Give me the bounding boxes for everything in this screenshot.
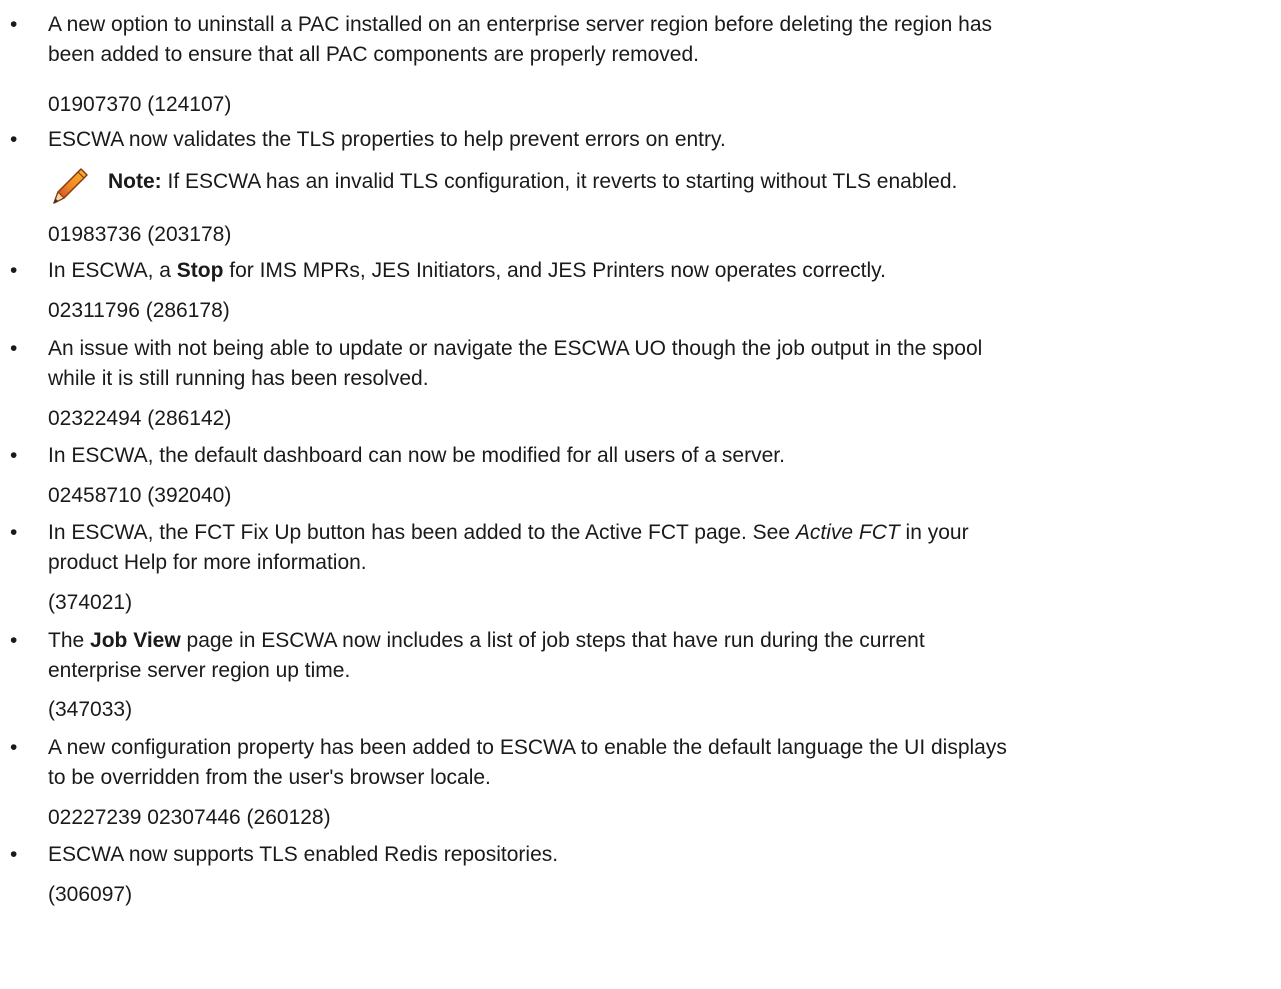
bullet: • [10,337,18,360]
bullet: • [10,843,18,866]
note-text: Note: If ESCWA has an invalid TLS config… [108,167,957,197]
bullet: • [10,259,18,282]
item-text: In ESCWA, the default dashboard can now … [48,444,785,467]
bullet: • [10,128,18,151]
bullet: • [10,736,18,759]
item-text: In ESCWA, the FCT Fix Up button has been… [48,518,1268,578]
defect-reference: (347033) [48,698,133,721]
item-text-part: in your [899,521,969,544]
defect-reference: 02227239 02307446 (260128) [48,806,331,829]
defect-reference: 02458710 (392040) [48,484,232,507]
item-text-italic: Active FCT [795,521,900,544]
defect-reference: 01907370 (124107) [48,93,232,116]
item-text-line: product Help for more information. [48,551,367,574]
item-text-line: An issue with not being able to update o… [48,337,983,360]
item-text-part: The [48,629,91,652]
item-text-line: A new option to uninstall a PAC installe… [48,13,993,36]
bullet: • [10,629,18,652]
bullet: • [10,13,18,36]
item-text: ESCWA now validates the TLS properties t… [48,128,726,151]
item-text-part: In ESCWA, the FCT Fix Up button has been… [48,521,796,544]
defect-reference: 02311796 (286178) [48,299,230,322]
item-text-line: to be overridden from the user's browser… [48,766,491,789]
item-text: A new configuration property has been ad… [48,733,1268,793]
item-text: An issue with not being able to update o… [48,334,1268,394]
bullet: • [10,444,18,467]
item-text-line: enterprise server region up time. [48,659,351,682]
item-text-line: A new configuration property has been ad… [48,736,1007,759]
defect-reference: (374021) [48,591,133,614]
bullet: • [10,521,18,544]
item-text: The Job View page in ESCWA now includes … [48,626,1268,686]
item-text: In ESCWA, a Stop for IMS MPRs, JES Initi… [48,256,1268,286]
item-text-part: page in ESCWA now includes a list of job… [180,629,925,652]
item-text-bold: Job View [90,629,181,652]
item-text: ESCWA now supports TLS enabled Redis rep… [48,843,559,866]
note-body: If ESCWA has an invalid TLS configuratio… [161,170,958,193]
pencil-icon [48,163,92,207]
defect-reference: 02322494 (286142) [48,407,232,430]
item-text-line: In ESCWA, the FCT Fix Up button has been… [48,518,1268,548]
item-text-line: while it is still running has been resol… [48,367,429,390]
item-text-bold: Stop [176,259,224,282]
note-box: Note: If ESCWA has an invalid TLS config… [48,163,1268,207]
item-text: A new option to uninstall a PAC installe… [48,10,1268,70]
defect-reference: 01983736 (203178) [48,223,232,246]
item-text-part: for IMS MPRs, JES Initiators, and JES Pr… [223,259,886,282]
item-text-line: The Job View page in ESCWA now includes … [48,626,1268,656]
defect-reference: (306097) [48,883,133,906]
item-text-part: In ESCWA, a [48,259,177,282]
item-text-line: been added to ensure that all PAC compon… [48,43,699,66]
note-label: Note: [108,170,162,193]
